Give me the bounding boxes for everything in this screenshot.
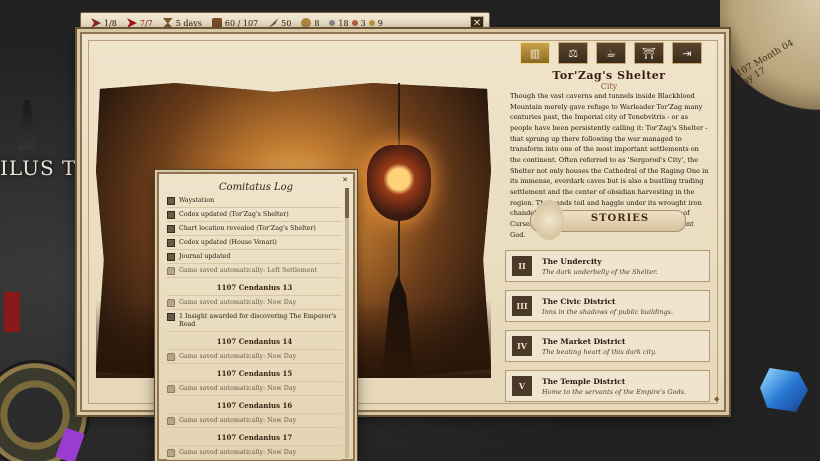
lock-icon [167, 299, 175, 307]
log-autosave-entry: Game saved automatically: New Day [167, 414, 342, 428]
story-subtitle: Home to the servants of the Empire's God… [542, 387, 687, 396]
scroll-icon [167, 225, 175, 233]
supplies-resource: 60 / 107 [211, 18, 258, 28]
feather-icon [268, 18, 279, 28]
scales-icon[interactable]: ⚖ [558, 42, 588, 64]
scroll-arrow-icon[interactable]: ◆ [714, 395, 720, 405]
log-entry: Journal updated [167, 250, 342, 264]
log-date-header: 1107 Cendanius 17 [167, 428, 342, 446]
log-scrollbar[interactable] [345, 188, 349, 458]
story-subtitle: The dark underbelly of the Shelter. [542, 267, 658, 276]
log-autosave-entry: Game saved automatically: New Day [167, 446, 342, 460]
coin-icon [301, 18, 312, 28]
lock-icon [167, 352, 175, 361]
log-entry: Waystation [167, 194, 342, 208]
days-resource: 5 days [162, 18, 202, 28]
banner-icon [91, 18, 101, 28]
log-title: Comitatus Log [218, 182, 294, 193]
health-icon [126, 18, 137, 28]
story-civic-district[interactable]: III The Civic District Inns in the shadow… [505, 290, 710, 322]
hourglass-icon [162, 18, 173, 28]
story-name: The Undercity [542, 256, 602, 266]
scroll-icon [167, 313, 175, 321]
gold-dot-icon [368, 20, 375, 26]
log-entry-text: 1 Insight awarded for discovering The Em… [179, 313, 337, 328]
log-date-header: 1107 Cendanius 16 [167, 396, 342, 414]
scroll-icon [167, 239, 175, 247]
log-autosave-entry: Game saved automatically: New Day [167, 296, 342, 310]
quills-resource: 50 [268, 18, 291, 28]
health-resource: 7/7 [126, 18, 153, 28]
log-entry-text: Game saved automatically: New Day [179, 416, 297, 424]
location-title: Tor'Zag's Shelter [552, 69, 666, 82]
scroll-knob-icon [534, 200, 564, 240]
grey-dot-icon [329, 20, 336, 26]
city-icon[interactable]: ▥ [520, 42, 550, 64]
scroll-icon [167, 197, 175, 205]
teapot-icon[interactable]: ☕ [596, 42, 626, 64]
lock-icon [167, 384, 175, 393]
stories-banner: STORIES [530, 200, 686, 240]
story-name: The Temple District [542, 376, 626, 386]
log-entry-text: Game saved automatically: New Day [179, 384, 297, 392]
story-temple-district[interactable]: V The Temple District Home to the servant… [505, 370, 710, 402]
log-autosave-entry: Game saved automatically: New Day [167, 382, 342, 396]
log-entry-text: Waystation [179, 197, 215, 204]
location-tabs: ▥ ⚖ ☕ ⛩ ⇥ [520, 42, 702, 64]
log-date-header: 1107 Cendanius 15 [167, 364, 342, 382]
resource-bar: 1/8 7/7 5 days 60 / 107 50 8 18 3 9 [80, 12, 490, 34]
log-entry-text: Game saved automatically: Left Settlemen… [179, 267, 318, 274]
log-entry-text: Game saved automatically: New Day [179, 448, 297, 456]
stories-heading: STORIES [590, 213, 650, 224]
log-entry: Codex updated (Tor'Zag's Shelter) [167, 208, 342, 222]
comitatus-log-window: Comitatus Log ✕ Waystation Codex updated … [157, 172, 355, 461]
log-scroll-thumb[interactable] [345, 188, 349, 218]
story-subtitle: The beating heart of this dark city. [542, 347, 657, 356]
hanging-lantern [367, 145, 431, 221]
log-entry-text: Journal updated [179, 253, 231, 260]
roman-numeral: III [512, 296, 532, 316]
log-autosave-entry: Game saved automatically: New Day [167, 350, 342, 364]
story-undercity[interactable]: II The Undercity The dark underbelly of t… [505, 250, 710, 282]
lock-icon [167, 267, 175, 275]
log-entry: Codex updated (House Venari) [167, 236, 342, 250]
log-date-header: 1107 Cendanius 14 [167, 332, 342, 350]
roman-numeral: IV [512, 336, 532, 356]
stat-group: 18 3 9 [329, 19, 383, 28]
chain [398, 221, 400, 281]
log-entry-text: Codex updated (Tor'Zag's Shelter) [179, 211, 289, 218]
lock-icon [167, 416, 175, 425]
log-entry-text: Game saved automatically: New Day [179, 352, 297, 360]
story-subtitle: Inns in the shadows of public buildings. [542, 307, 674, 316]
log-entry-text: Chart location revealed (Tor'Zag's Shelt… [179, 225, 316, 232]
red-banner [4, 292, 20, 332]
coins-resource: 8 [301, 18, 319, 28]
log-entry-text: Game saved automatically: New Day [179, 299, 297, 306]
progress-resource: 1/8 [91, 18, 117, 28]
close-button[interactable]: ✕ [470, 16, 484, 30]
scroll-icon [167, 253, 175, 261]
story-market-district[interactable]: IV The Market District The beating heart … [505, 330, 710, 362]
chest-icon [211, 18, 222, 28]
log-entry: Chart location revealed (Tor'Zag's Shelt… [167, 222, 342, 236]
log-entry-text: Codex updated (House Venari) [179, 239, 277, 246]
scroll-icon [167, 211, 175, 219]
lock-icon [167, 448, 175, 457]
log-date-header: 1107 Cendanius 13 [167, 278, 342, 296]
story-name: The Civic District [542, 296, 616, 306]
log-entry-list[interactable]: Waystation Codex updated (Tor'Zag's Shelt… [167, 194, 342, 461]
log-close-icon[interactable]: ✕ [341, 176, 349, 184]
story-name: The Market District [542, 336, 626, 346]
chain [398, 83, 400, 145]
log-entry: 1 Insight awarded for discovering The Em… [167, 310, 342, 332]
roman-numeral: II [512, 256, 532, 276]
red-dot-icon [351, 20, 358, 26]
exit-door-icon[interactable]: ⇥ [672, 42, 702, 64]
roman-numeral: V [512, 376, 532, 396]
location-type: City [600, 82, 618, 91]
log-autosave-entry: Game saved automatically: Left Settlemen… [167, 264, 342, 278]
shrine-icon[interactable]: ⛩ [634, 42, 664, 64]
